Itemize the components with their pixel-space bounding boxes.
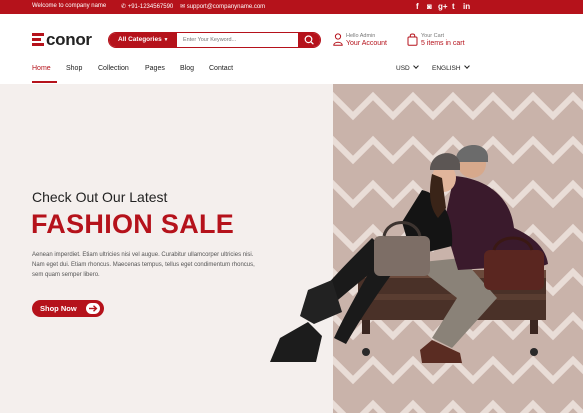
hero-subtitle: Check Out Our Latest: [32, 189, 168, 205]
email-info[interactable]: ✉ support@companyname.com: [180, 3, 265, 10]
arrow-right-icon: [86, 303, 100, 314]
facebook-icon[interactable]: f: [416, 2, 419, 12]
chevron-down-icon: [463, 63, 470, 69]
hero-description: Aenean imperdiet. Etiam ultricies nisi v…: [32, 252, 255, 278]
nav-home[interactable]: Home: [32, 65, 51, 72]
nav-contact[interactable]: Contact: [209, 65, 233, 72]
twitter-icon[interactable]: t: [452, 2, 455, 12]
chevron-down-icon: [412, 63, 419, 69]
email-address: support@companyname.com: [186, 4, 266, 10]
language-selector[interactable]: ENGLISH: [432, 63, 470, 72]
nav-pages[interactable]: Pages: [145, 65, 165, 72]
phone-info[interactable]: ✆ +91-1234567590: [121, 3, 173, 10]
google-plus-icon[interactable]: g+: [438, 2, 448, 12]
logo[interactable]: conor: [46, 30, 92, 50]
category-dropdown[interactable]: All Categories ▼: [109, 33, 177, 47]
logo-icon[interactable]: [32, 33, 44, 46]
category-label: All Categories: [118, 36, 162, 43]
currency-label: USD: [396, 65, 410, 72]
caret-down-icon: ▼: [163, 37, 169, 43]
top-bar: Welcome to company name ✆ +91-1234567590…: [0, 0, 583, 14]
search-bar: All Categories ▼: [108, 32, 321, 48]
shopping-bag-icon[interactable]: [407, 33, 418, 46]
nav-collection[interactable]: Collection: [98, 65, 129, 72]
cart-label: Your Cart: [421, 33, 445, 39]
shop-now-label: Shop Now: [40, 304, 77, 313]
hero-title: FASHION SALE: [31, 209, 235, 239]
welcome-text: Welcome to company name: [32, 3, 107, 9]
account-greeting: Hello Admin: [346, 33, 376, 39]
search-input[interactable]: [183, 34, 298, 46]
phone-number: +91-1234567590: [127, 4, 174, 10]
nav-shop[interactable]: Shop: [66, 65, 82, 72]
cart-count[interactable]: 5 items in cart: [421, 40, 465, 47]
currency-selector[interactable]: USD: [396, 63, 419, 72]
linkedin-icon[interactable]: in: [463, 2, 470, 12]
hero-couple-image: [270, 144, 548, 363]
shop-now-button[interactable]: Shop Now: [32, 300, 104, 317]
nav-active-indicator: [32, 81, 57, 83]
nav-blog[interactable]: Blog: [180, 65, 194, 72]
mail-icon: ✉: [180, 4, 186, 10]
user-icon[interactable]: [333, 33, 343, 46]
account-link[interactable]: Your Account: [346, 40, 387, 47]
instagram-icon[interactable]: ◙: [427, 2, 432, 12]
phone-icon: ✆: [121, 4, 127, 10]
search-icon: [304, 35, 314, 45]
hero-banner: Check Out Our Latest FASHION SALE Aenean…: [0, 84, 583, 413]
language-label: ENGLISH: [432, 65, 461, 72]
search-button[interactable]: [298, 33, 320, 47]
